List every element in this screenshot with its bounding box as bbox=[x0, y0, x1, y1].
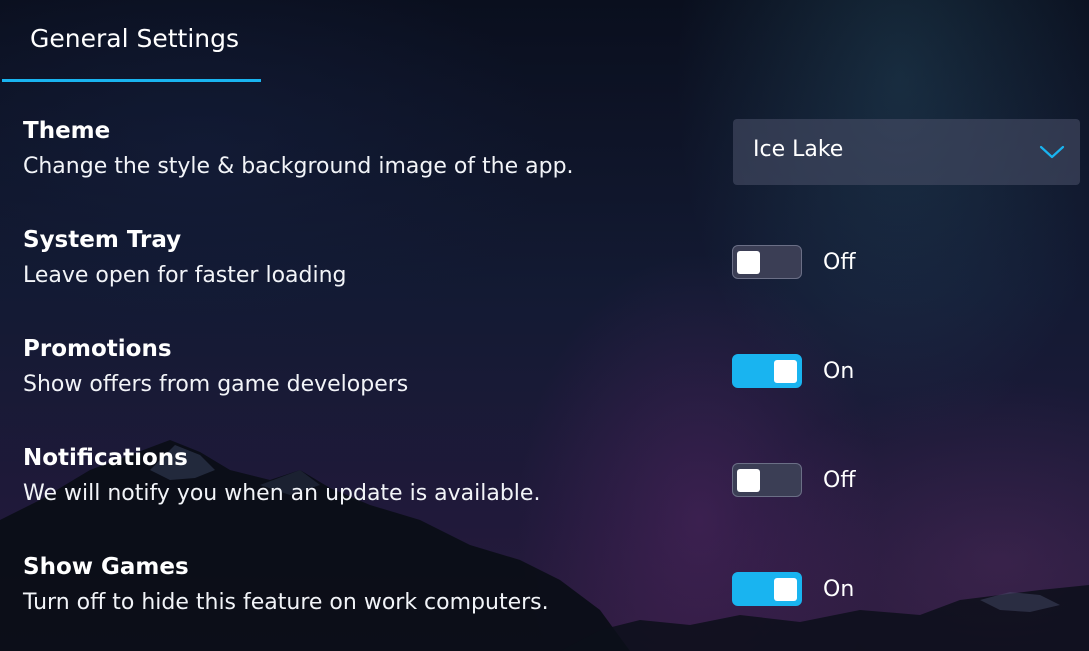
tab-bar: General Settings bbox=[0, 0, 1089, 84]
setting-title: Promotions bbox=[23, 336, 172, 362]
toggle-state-label: On bbox=[823, 577, 855, 602]
setting-title: Theme bbox=[23, 118, 111, 144]
setting-description: We will notify you when an update is ava… bbox=[23, 481, 541, 506]
theme-dropdown[interactable]: Ice Lake bbox=[733, 119, 1080, 185]
chevron-down-icon bbox=[1039, 145, 1065, 159]
tab-general-settings[interactable]: General Settings bbox=[2, 0, 261, 82]
toggle-knob bbox=[737, 469, 760, 492]
toggle-state-label: Off bbox=[823, 250, 856, 275]
notifications-toggle[interactable] bbox=[732, 463, 802, 497]
toggle-state-label: On bbox=[823, 359, 855, 384]
setting-description: Show offers from game developers bbox=[23, 372, 409, 397]
promotions-toggle[interactable] bbox=[732, 354, 802, 388]
show-games-toggle[interactable] bbox=[732, 572, 802, 606]
setting-title: System Tray bbox=[23, 227, 182, 253]
system-tray-toggle[interactable] bbox=[732, 245, 802, 279]
tab-label: General Settings bbox=[30, 24, 240, 53]
setting-row-notifications: Notifications We will notify you when an… bbox=[0, 445, 1089, 535]
toggle-knob bbox=[774, 360, 797, 383]
toggle-knob bbox=[737, 251, 760, 274]
setting-row-show-games: Show Games Turn off to hide this feature… bbox=[0, 554, 1089, 644]
setting-description: Turn off to hide this feature on work co… bbox=[23, 590, 549, 615]
setting-description: Change the style & background image of t… bbox=[23, 154, 574, 179]
setting-title: Notifications bbox=[23, 445, 188, 471]
toggle-state-label: Off bbox=[823, 468, 856, 493]
setting-row-promotions: Promotions Show offers from game develop… bbox=[0, 336, 1089, 426]
setting-row-system-tray: System Tray Leave open for faster loadin… bbox=[0, 227, 1089, 317]
toggle-knob bbox=[774, 578, 797, 601]
dropdown-selected-value: Ice Lake bbox=[753, 137, 844, 162]
setting-description: Leave open for faster loading bbox=[23, 263, 347, 288]
setting-title: Show Games bbox=[23, 554, 189, 580]
